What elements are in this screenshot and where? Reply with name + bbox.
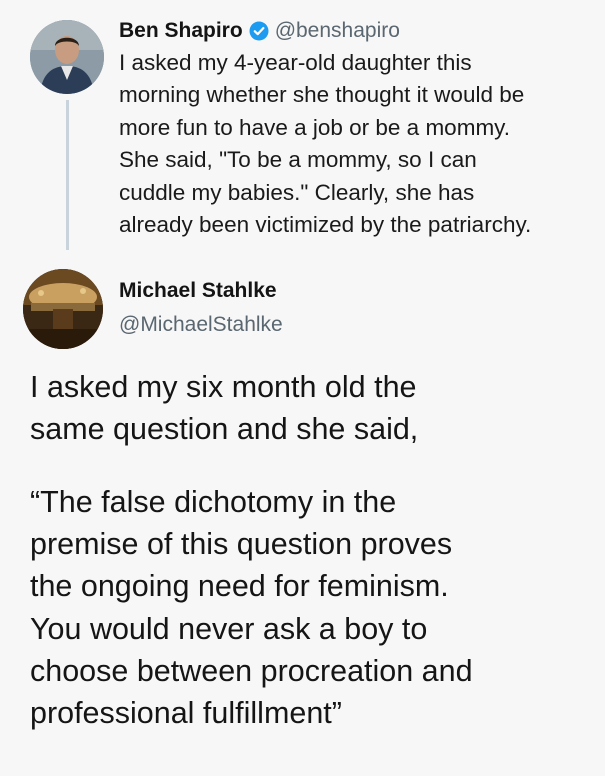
text-line: I asked my six month old the <box>30 370 417 404</box>
person-avatar-icon <box>30 20 104 94</box>
text-line: more fun to have a job or be a mommy. <box>119 114 511 140</box>
text-line: already been victimized by the patriarch… <box>119 212 532 238</box>
text-line: cuddle my babies." Clearly, she has <box>119 179 475 205</box>
text-line: She said, "To be a mommy, so I can <box>119 147 477 173</box>
avatar[interactable] <box>23 269 103 349</box>
author-name[interactable]: Michael Stahlke <box>119 277 277 305</box>
text-line: morning whether she thought it would be <box>119 82 525 108</box>
tweet-text: I asked my 4-year-old daughter this morni… <box>119 47 599 241</box>
text-line: choose between procreation and <box>30 653 473 688</box>
text-line: You would never ask a boy to <box>30 611 428 646</box>
avatar[interactable] <box>30 20 104 94</box>
tweet-header: Ben Shapiro @benshapiro <box>119 17 400 45</box>
text-line: premise of this question proves <box>30 527 453 562</box>
thread-connector-line <box>66 100 69 250</box>
text-line: “The false dichotomy in the <box>30 485 397 519</box>
text-line: same question and she said, <box>30 412 419 447</box>
reply-tweet: Michael Stahlke @MichaelStahlke I asked … <box>0 255 605 776</box>
original-tweet: Ben Shapiro @benshapiro I asked my 4-yea… <box>0 0 605 255</box>
reply-paragraph-2: “The false dichotomy in the premise of th… <box>30 481 600 734</box>
landscape-avatar-icon <box>23 269 103 349</box>
reply-paragraph-1: I asked my six month old the same questio… <box>30 366 600 450</box>
text-line: the ongoing need for feminism. <box>30 569 449 604</box>
author-handle[interactable]: @MichaelStahlke <box>119 311 283 339</box>
text-line: professional fulfillment” <box>30 696 342 731</box>
author-name[interactable]: Ben Shapiro <box>119 17 243 45</box>
author-handle[interactable]: @benshapiro <box>275 17 400 45</box>
verified-badge-icon <box>249 21 269 41</box>
text-line: I asked my 4-year-old daughter this <box>119 50 472 75</box>
